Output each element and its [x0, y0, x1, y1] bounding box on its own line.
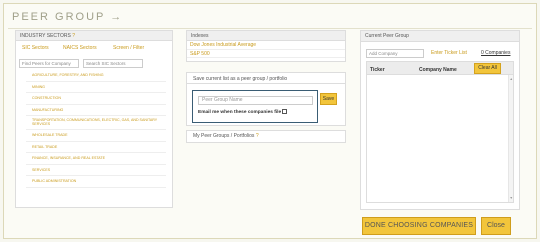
- my-peer-groups-header: My Peer Groups / Portfolios ?: [187, 131, 345, 142]
- tab-screen-filter[interactable]: Screen / Filter: [113, 45, 144, 51]
- save-peer-group-panel: Save current list as a peer group / port…: [186, 72, 346, 126]
- close-button[interactable]: Close: [481, 217, 511, 235]
- help-icon[interactable]: ?: [256, 133, 259, 139]
- sector-item[interactable]: TRANSPORTATION, COMMUNICATIONS, ELECTRIC…: [26, 116, 166, 130]
- help-icon[interactable]: ?: [72, 33, 75, 39]
- title-divider: [8, 28, 532, 29]
- my-peer-groups-label[interactable]: My Peer Groups / Portfolios: [193, 133, 254, 139]
- sector-tabs: SIC Sectors NAICS Sectors Screen / Filte…: [16, 45, 172, 55]
- email-checkbox[interactable]: [282, 109, 288, 114]
- peer-group-name-input[interactable]: Peer Group Name: [198, 96, 313, 105]
- my-peer-groups-panel: My Peer Groups / Portfolios ?: [186, 130, 346, 143]
- sector-item[interactable]: AGRICULTURE, FORESTRY, AND FISHING: [26, 70, 166, 82]
- index-item[interactable]: Dow Jones Industrial Average: [187, 41, 345, 50]
- industry-sectors-title: INDUSTRY SECTORS: [20, 33, 71, 39]
- clear-all-button[interactable]: Clear All: [474, 63, 501, 74]
- find-peers-input[interactable]: Find Peers for Company: [19, 59, 79, 68]
- email-option: Email me when these companies file: [198, 109, 288, 115]
- sector-item[interactable]: FINANCE, INSURANCE, AND REAL ESTATE: [26, 153, 166, 165]
- sector-item[interactable]: RETAIL TRADE: [26, 142, 166, 153]
- tab-naics-sectors[interactable]: NAICS Sectors: [63, 45, 97, 51]
- sector-item[interactable]: PUBLIC ADMINISTRATION: [26, 176, 166, 188]
- done-choosing-button[interactable]: DONE CHOOSING COMPANIES: [362, 217, 476, 235]
- sector-item[interactable]: SERVICES: [26, 165, 166, 176]
- column-company-name: Company Name: [419, 67, 457, 73]
- save-button[interactable]: Save: [320, 93, 337, 105]
- add-company-input[interactable]: Add Company: [366, 49, 424, 58]
- tab-sic-sectors[interactable]: SIC Sectors: [22, 45, 49, 51]
- column-ticker: Ticker: [370, 67, 385, 73]
- scroll-down-icon[interactable]: ▼: [510, 196, 513, 200]
- save-peer-group-label: Save current list as a peer group / port…: [187, 73, 345, 84]
- company-count: 0 Companies: [481, 50, 511, 56]
- table-header: Ticker Company Name Clear All: [366, 61, 514, 75]
- current-peer-group-header: Current Peer Group: [361, 31, 519, 42]
- dialog-title: PEER GROUP →: [12, 11, 124, 23]
- search-sic-input[interactable]: Search SIC Sectors: [83, 59, 143, 68]
- email-label: Email me when these companies file: [198, 110, 282, 115]
- sector-item[interactable]: MINING: [26, 82, 166, 93]
- index-item[interactable]: S&P 500: [187, 50, 345, 58]
- indexes-panel: Indexes Dow Jones Industrial Average S&P…: [186, 30, 346, 62]
- current-peer-group-panel: Current Peer Group Add Company Enter Tic…: [360, 30, 520, 210]
- indexes-header: Indexes: [187, 31, 345, 41]
- enter-ticker-list-link[interactable]: Enter Ticker List: [431, 50, 467, 56]
- sector-item[interactable]: CONSTRUCTION: [26, 93, 166, 105]
- peer-group-table: ▲ ▼: [366, 75, 514, 203]
- sector-item[interactable]: MANUFACTURING: [26, 105, 166, 116]
- sector-list: AGRICULTURE, FORESTRY, AND FISHING MININ…: [26, 70, 166, 188]
- scroll-up-icon[interactable]: ▲: [510, 77, 513, 81]
- scrollbar[interactable]: ▲ ▼: [508, 75, 513, 202]
- industry-sectors-panel: INDUSTRY SECTORS ? SIC Sectors NAICS Sec…: [15, 30, 173, 208]
- sector-item[interactable]: WHOLESALE TRADE: [26, 130, 166, 142]
- industry-sectors-header: INDUSTRY SECTORS ?: [16, 31, 172, 41]
- save-form: Peer Group Name Email me when these comp…: [192, 90, 318, 123]
